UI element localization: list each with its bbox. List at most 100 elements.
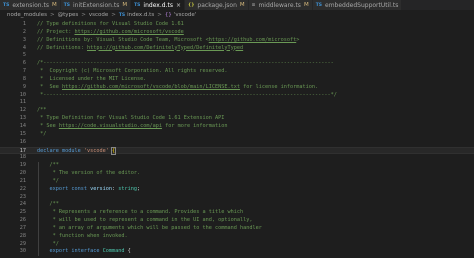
tab-label: initExtension.ts [73, 1, 120, 9]
tab-extension-ts[interactable]: TS extension.ts M [0, 0, 61, 10]
code-text: */ [37, 131, 46, 139]
line-number: 4 [22, 44, 26, 51]
breadcrumb-folder[interactable]: node_modules [7, 12, 47, 18]
tab-label: embeddedSupportUtil.ts [325, 1, 399, 9]
code-token: * Type Definition for Visual Studio Code… [37, 115, 225, 122]
code-line: 7 * Copyright (c) Microsoft Corporation.… [0, 68, 474, 76]
tab-middleware-ts[interactable]: ≡ middleware.ts M [248, 0, 313, 10]
line-number: 2 [22, 28, 26, 35]
code-token: * Copyright (c) Microsoft Corporation. A… [37, 68, 228, 75]
code-token: { [124, 248, 131, 255]
indent-guide [38, 193, 39, 202]
code-line: 27 * an array of arguments which will be… [0, 224, 474, 233]
code-line: 30 export interface Command { [0, 248, 474, 257]
code-token: version [90, 185, 112, 192]
line-number: 12 [19, 107, 26, 114]
code-line: 26 * will be used to represent a command… [0, 217, 474, 225]
line-number: 5 [22, 52, 26, 59]
chevron-right-icon: > [111, 12, 116, 18]
code-editor[interactable]: 1 // Type definitions for Visual Studio C… [0, 21, 474, 258]
chevron-right-icon: > [157, 12, 162, 18]
tab-label: extension.ts [12, 1, 49, 9]
code-text: */ [37, 241, 59, 249]
code-line: 10 *------------------------------------… [0, 92, 474, 100]
code-token: for more information [161, 122, 228, 129]
code-token: *---------------------------------------… [37, 91, 337, 98]
code-line: 2 // Project: https://github.com/microsof… [0, 29, 474, 37]
modified-indicator: M [239, 2, 245, 8]
code-text: * Represents a reference to a command. P… [37, 209, 244, 217]
line-number: 22 [19, 185, 26, 192]
code-token: module [62, 147, 81, 154]
tab-package-json[interactable]: {} package.json M [184, 0, 249, 10]
close-icon[interactable]: × [176, 2, 181, 9]
chevron-right-icon: > [49, 12, 55, 18]
line-number: 1 [22, 21, 26, 27]
line-number: 18 [19, 154, 26, 161]
code-line: 24 /** [0, 201, 474, 210]
code-text: /*--------------------------------------… [37, 60, 334, 68]
code-text: * an array of arguments which will be pa… [37, 225, 262, 233]
breadcrumb-symbol[interactable]: 'vscode' [174, 12, 196, 18]
code-text: export const version: string; [37, 185, 141, 194]
code-line: 1 // Type definitions for Visual Studio C… [0, 21, 474, 29]
line-number: 19 [19, 162, 26, 169]
code-line: 28 * function when invoked. [0, 232, 474, 241]
code-line: 11 [0, 99, 474, 107]
code-line: 16 [0, 139, 474, 147]
code-line: 22 export const version: string; [0, 185, 474, 194]
code-token: // Definitions: [37, 44, 87, 51]
code-line: 6 /*-------------------------------------… [0, 60, 474, 68]
modified-indicator: M [303, 2, 309, 8]
code-token: // Definitions by: Visual Studio Code Te… [37, 36, 209, 43]
code-text: /** [37, 162, 59, 170]
modified-indicator: M [51, 2, 57, 8]
code-token: * function when invoked. [49, 232, 128, 239]
breadcrumb-folder[interactable]: @types [58, 12, 79, 18]
code-token: Command [102, 248, 125, 255]
line-number: 25 [19, 209, 26, 216]
code-token: * Licensed under the MIT License. [37, 75, 147, 82]
code-token: https://github.com/microsoft/vscode/blob… [62, 83, 241, 90]
code-token: export [49, 248, 69, 255]
code-token: * Represents a reference to a command. P… [49, 209, 244, 216]
code-line: 8 * Licensed under the MIT License. [0, 76, 474, 84]
code-text: * See https://github.com/microsoft/vscod… [37, 84, 318, 92]
code-token: https://github.com/microsoft [208, 36, 297, 43]
breadcrumb-file[interactable]: index.d.ts [127, 12, 154, 18]
line-number: 21 [19, 177, 26, 184]
chevron-right-icon: > [81, 12, 86, 18]
code-line: 23 [0, 193, 474, 202]
code-line: 19 /** [0, 162, 474, 171]
code-text: * See https://code.visualstudio.com/api … [37, 122, 228, 131]
code-line: 13 * Type Definition for Visual Studio C… [0, 115, 474, 123]
code-token: /*--------------------------------------… [37, 60, 334, 67]
breadcrumb-folder[interactable]: vscode [89, 12, 108, 18]
code-text: // Project: https://github.com/microsoft… [37, 29, 184, 37]
tab-initextension-ts[interactable]: TS initExtension.ts M [60, 0, 132, 10]
code-text: export interface Command { [37, 248, 131, 256]
line-number: 29 [19, 240, 26, 247]
code-text: * The version of the editor. [37, 170, 140, 178]
code-text: * will be used to represent a command in… [37, 217, 253, 225]
ts-file-icon: TS [315, 2, 322, 8]
tab-index-d-ts[interactable]: TS index.d.ts × [131, 0, 185, 10]
code-token: https://github.com/microsoft/vscode [74, 28, 184, 35]
code-text: */ [37, 178, 59, 186]
code-token: * See [37, 122, 59, 129]
code-token: https://github.com/DefinitelyTyped/Defin… [86, 44, 244, 51]
ts-file-icon: TS [3, 2, 10, 8]
tab-embeddedsupportutil-ts[interactable]: TS embeddedSupportUtil.ts [312, 0, 403, 10]
code-token: */ [37, 130, 47, 137]
line-number: 26 [19, 217, 26, 224]
ts-file-icon: TS [118, 12, 126, 18]
code-line: 15 */ [0, 131, 474, 139]
code-line: 21 */ [0, 177, 474, 186]
